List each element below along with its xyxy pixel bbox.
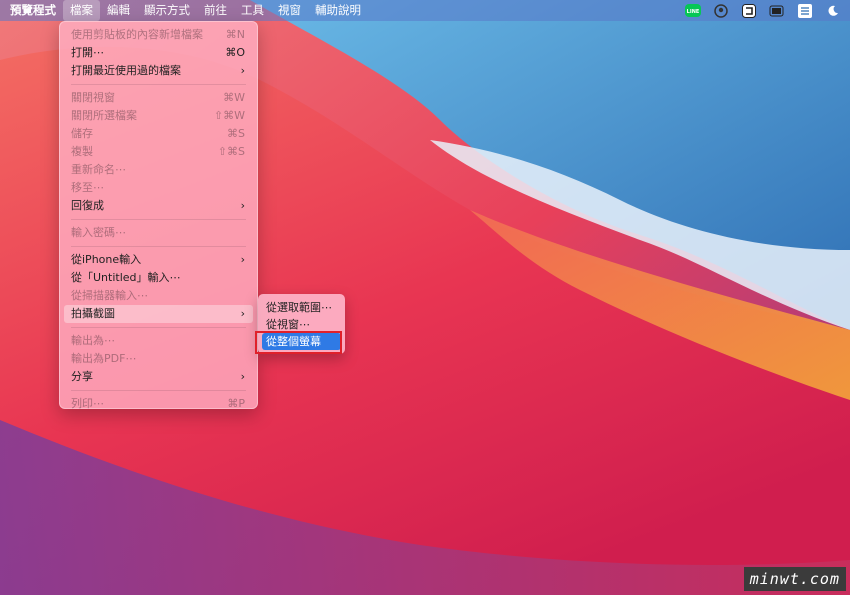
menu-item-label: 拍攝截圖 xyxy=(71,307,115,320)
shortcut: ⌘N xyxy=(225,28,245,41)
menu-bar: 預覽程式 檔案 編輯 顯示方式 前往 工具 視窗 輔助說明 LINE xyxy=(0,0,850,21)
menu-item-save[interactable]: 儲存 ⌘S xyxy=(60,125,257,143)
menu-item-open-recent[interactable]: 打開最近使用過的檔案 › xyxy=(60,62,257,80)
menu-item-label: 輸出為⋯ xyxy=(71,334,115,347)
shortcut: ⌘W xyxy=(223,91,245,104)
menu-item-label: 複製 xyxy=(71,145,93,158)
menu-view[interactable]: 顯示方式 xyxy=(137,0,197,21)
menu-item-label: 打開⋯ xyxy=(71,46,104,59)
svg-text:LINE: LINE xyxy=(687,9,700,15)
menu-item-label: 輸出為PDF⋯ xyxy=(71,352,137,365)
menu-item-duplicate[interactable]: 複製 ⇧⌘S xyxy=(60,143,257,161)
input-method-icon[interactable] xyxy=(796,3,814,18)
shortcut: ⌘S xyxy=(227,127,245,140)
user-circle-icon[interactable] xyxy=(712,3,730,18)
menu-item-label: 重新命名⋯ xyxy=(71,163,126,176)
moon-icon[interactable] xyxy=(824,4,842,18)
menu-separator xyxy=(71,219,246,220)
line-icon[interactable]: LINE xyxy=(684,4,702,18)
chevron-right-icon: › xyxy=(240,370,245,383)
menu-separator xyxy=(71,246,246,247)
status-bar-icons: LINE xyxy=(684,0,842,21)
chevron-right-icon: › xyxy=(240,199,245,212)
menu-item-label: 打開最近使用過的檔案 xyxy=(71,64,181,77)
file-menu: 使用剪貼板的內容新增檔案 ⌘N 打開⋯ ⌘O 打開最近使用過的檔案 › 關閉視窗 ⌘W … xyxy=(59,21,258,410)
menu-item-print[interactable]: 列印⋯ ⌘P xyxy=(60,395,257,413)
menu-item-import-from-untitled[interactable]: 從「Untitled」輸入⋯ xyxy=(60,269,257,287)
menu-edit[interactable]: 編輯 xyxy=(100,0,137,21)
shortcut: ⇧⌘S xyxy=(217,145,245,158)
menu-app-name[interactable]: 預覽程式 xyxy=(0,0,63,21)
menu-item-label: 從iPhone輸入 xyxy=(71,253,142,266)
menu-item-label: 使用剪貼板的內容新增檔案 xyxy=(71,28,203,41)
menu-item-label: 關閉視窗 xyxy=(71,91,115,104)
menu-help[interactable]: 輔助說明 xyxy=(308,0,368,21)
menu-item-export[interactable]: 輸出為⋯ xyxy=(60,332,257,350)
menu-item-import-from-iphone[interactable]: 從iPhone輸入 › xyxy=(60,251,257,269)
menu-separator xyxy=(71,390,246,391)
menu-item-close-selected[interactable]: 關閉所選檔案 ⇧⌘W xyxy=(60,107,257,125)
shortcut: ⌘O xyxy=(225,46,245,59)
menu-item-take-screenshot[interactable]: 拍攝截圖 › xyxy=(64,305,253,323)
menu-item-move-to[interactable]: 移至⋯ xyxy=(60,179,257,197)
menu-item-export-pdf[interactable]: 輸出為PDF⋯ xyxy=(60,350,257,368)
battery-icon[interactable] xyxy=(768,4,786,18)
menu-item-label: 分享 xyxy=(71,370,93,383)
menu-item-new-from-clipboard[interactable]: 使用剪貼板的內容新增檔案 ⌘N xyxy=(60,26,257,44)
chevron-right-icon: › xyxy=(240,253,245,266)
menu-item-open[interactable]: 打開⋯ ⌘O xyxy=(60,44,257,62)
menu-window[interactable]: 視窗 xyxy=(271,0,308,21)
menu-item-share[interactable]: 分享 › xyxy=(60,368,257,386)
menu-item-rename[interactable]: 重新命名⋯ xyxy=(60,161,257,179)
menu-tools[interactable]: 工具 xyxy=(234,0,271,21)
menu-item-revert-to[interactable]: 回復成 › xyxy=(60,197,257,215)
shortcut: ⌘P xyxy=(227,397,245,410)
menu-item-import-from-scanner[interactable]: 從掃描器輸入⋯ xyxy=(60,287,257,305)
menu-item-label: 列印⋯ xyxy=(71,397,104,410)
menu-item-label: 儲存 xyxy=(71,127,93,140)
menu-item-label: 輸入密碼⋯ xyxy=(71,226,126,239)
watermark: minwt.com xyxy=(743,567,846,591)
menu-item-label: 關閉所選檔案 xyxy=(71,109,137,122)
menu-item-label: 從「Untitled」輸入⋯ xyxy=(71,271,181,284)
menu-file[interactable]: 檔案 xyxy=(63,0,100,21)
menu-item-enter-password[interactable]: 輸入密碼⋯ xyxy=(60,224,257,242)
menu-go[interactable]: 前往 xyxy=(197,0,234,21)
highlight-box xyxy=(255,331,342,354)
chevron-right-icon: › xyxy=(240,307,245,320)
shortcut: ⇧⌘W xyxy=(213,109,245,122)
chevron-right-icon: › xyxy=(240,64,245,77)
submenu-item-from-selection[interactable]: 從選取範圍⋯ xyxy=(258,299,345,316)
menu-separator xyxy=(71,84,246,85)
menu-separator xyxy=(71,327,246,328)
reader-icon[interactable] xyxy=(740,3,758,18)
menu-item-close-window[interactable]: 關閉視窗 ⌘W xyxy=(60,89,257,107)
menu-item-label: 回復成 xyxy=(71,199,104,212)
menu-item-label: 從掃描器輸入⋯ xyxy=(71,289,148,302)
menu-item-label: 移至⋯ xyxy=(71,181,104,194)
